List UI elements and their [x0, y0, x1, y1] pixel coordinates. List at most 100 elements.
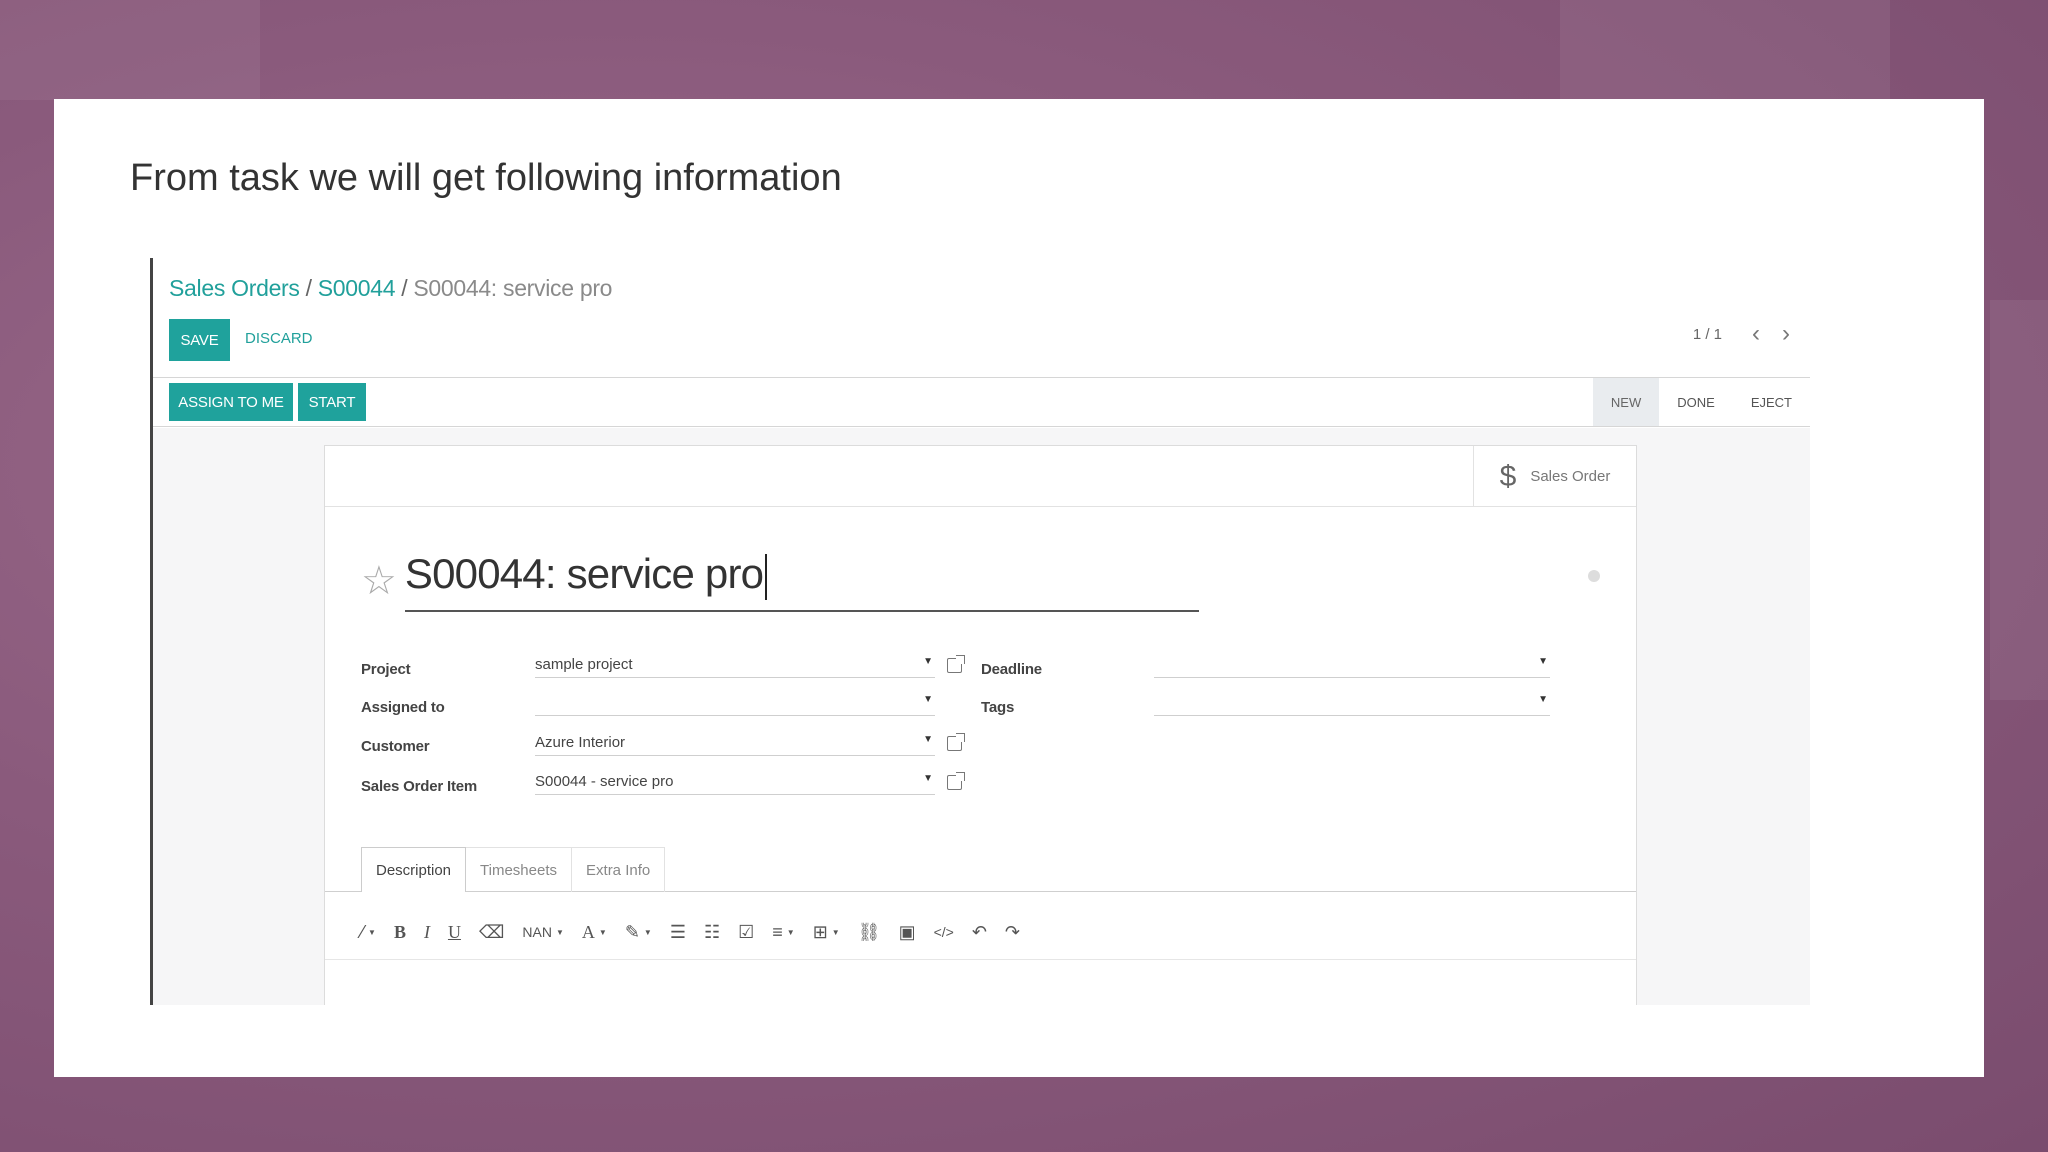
project-field[interactable]: sample project ▼ — [535, 652, 935, 678]
odoo-screenshot: Sales Orders / S00044/S00044: service pro … — [150, 258, 1810, 1005]
pager-next-icon[interactable]: › — [1782, 320, 1790, 348]
slide: From task we will get following informat… — [54, 99, 1984, 1077]
title-row: ☆ S00044: service pro — [361, 550, 1199, 612]
table-icon: ⊞ — [812, 921, 828, 942]
image-icon: ▣ — [898, 921, 916, 942]
bold-button[interactable]: B — [394, 922, 406, 943]
sales-order-smart-button[interactable]: $ Sales Order — [1473, 446, 1636, 507]
italic-icon: I — [423, 921, 430, 942]
task-title-input[interactable]: S00044: service pro — [404, 550, 1199, 612]
caret-down-icon: ▼ — [643, 927, 652, 937]
caret-down-icon: ▼ — [555, 927, 564, 937]
save-button[interactable]: SAVE — [169, 319, 230, 361]
toolbar-divider — [325, 959, 1636, 960]
project-label: Project — [361, 661, 411, 678]
table-dropdown[interactable]: ⊞ ▼ — [813, 922, 840, 943]
dropdown-arrow-icon[interactable]: ▼ — [1538, 656, 1548, 667]
external-link-icon[interactable] — [947, 772, 965, 790]
tags-field[interactable]: ▼ — [1154, 690, 1550, 716]
numbered-list-button[interactable]: ☷ — [704, 922, 720, 943]
breadcrumb-order[interactable]: S00044 — [318, 275, 396, 301]
underline-button[interactable]: U — [448, 922, 461, 943]
breadcrumb-separator: / — [401, 275, 408, 301]
checklist-button[interactable]: ☑ — [738, 922, 754, 943]
dropdown-arrow-icon[interactable]: ▼ — [923, 734, 933, 745]
odoo-task-form: Sales Orders / S00044/S00044: service pro … — [153, 258, 1810, 1005]
paint-brush-icon: ✎ — [624, 921, 640, 942]
smart-button-row: $ Sales Order — [325, 446, 1636, 507]
bullet-list-icon: ☰ — [669, 921, 686, 942]
link-button[interactable]: ⛓ — [858, 922, 881, 943]
redo-button[interactable]: ↷ — [1005, 922, 1020, 943]
kanban-state-dot[interactable] — [1588, 570, 1600, 582]
sales-order-smart-label: Sales Order — [1530, 468, 1611, 485]
star-icon[interactable]: ☆ — [361, 558, 397, 604]
font-size-dropdown[interactable]: NAN ▼ — [522, 924, 563, 940]
caret-down-icon: ▼ — [786, 927, 795, 937]
form-sheet: $ Sales Order ☆ S00044: service pro Proj… — [324, 445, 1637, 1005]
pager-counter: 1 / 1 — [1692, 326, 1722, 343]
dropdown-arrow-icon[interactable]: ▼ — [1538, 694, 1548, 705]
caret-down-icon: ▼ — [831, 927, 840, 937]
checkbox-icon: ☑ — [738, 921, 755, 942]
dropdown-arrow-icon[interactable]: ▼ — [923, 656, 933, 667]
dropdown-arrow-icon[interactable]: ▼ — [923, 773, 933, 784]
caret-down-icon: ▼ — [368, 927, 376, 937]
breadcrumb-sales-orders[interactable]: Sales Orders — [169, 275, 300, 301]
assigned-to-label: Assigned to — [361, 699, 445, 716]
discard-button[interactable]: DISCARD — [245, 330, 313, 347]
deadline-field[interactable]: ▼ — [1154, 652, 1550, 678]
start-button[interactable]: START — [298, 383, 366, 421]
statusbar: ASSIGN TO ME START NEW DONE EJECT — [153, 377, 1810, 427]
text-cursor — [765, 553, 768, 600]
dropdown-arrow-icon[interactable]: ▼ — [923, 694, 933, 705]
customer-value: Azure Interior — [535, 734, 626, 751]
eraser-icon: ⌫ — [478, 921, 505, 942]
font-color-icon: A — [581, 921, 595, 942]
eraser-button[interactable]: ⌫ — [479, 922, 504, 943]
tab-description[interactable]: Description — [361, 847, 467, 892]
sales-order-item-label: Sales Order Item — [361, 778, 478, 795]
external-link-icon[interactable] — [947, 655, 965, 673]
assign-to-me-button[interactable]: ASSIGN TO ME — [169, 383, 293, 421]
stage-done[interactable]: DONE — [1659, 378, 1733, 426]
breadcrumb: Sales Orders / S00044/S00044: service pro — [169, 275, 612, 302]
notebook-tabs: Description Timesheets Extra Info — [361, 847, 666, 892]
assigned-to-field[interactable]: ▼ — [535, 690, 935, 716]
tab-extra-info[interactable]: Extra Info — [571, 847, 666, 892]
redo-icon: ↷ — [1004, 921, 1021, 942]
tags-label: Tags — [981, 699, 1015, 716]
slide-title: From task we will get following informat… — [130, 157, 842, 199]
align-left-icon: ≡ — [772, 921, 783, 942]
numbered-list-icon: ☷ — [703, 921, 721, 942]
project-value: sample project — [535, 656, 633, 673]
code-icon: </> — [933, 924, 954, 940]
customer-label: Customer — [361, 738, 430, 755]
tab-timesheets[interactable]: Timesheets — [465, 847, 573, 892]
image-button[interactable]: ▣ — [899, 922, 916, 943]
editor-toolbar: ⁄ ▼ B I U ⌫ NAN ▼ A ▼ ✎ ▼ ☰ ☷ ☑ ≡ ▼ ⊞ ▼ ⛓ ▣ </… — [361, 916, 1038, 948]
stage-eject[interactable]: EJECT — [1733, 378, 1810, 426]
breadcrumb-separator: / — [305, 275, 312, 301]
stage-selector: NEW DONE EJECT — [1592, 378, 1810, 426]
font-size-value: NAN — [522, 924, 552, 940]
italic-button[interactable]: I — [424, 922, 430, 943]
magic-wand-icon: ⁄ — [361, 921, 365, 942]
deadline-label: Deadline — [981, 661, 1042, 678]
undo-icon: ↶ — [971, 921, 987, 942]
style-dropdown[interactable]: ⁄ ▼ — [361, 922, 376, 943]
link-icon: ⛓ — [857, 921, 881, 942]
pager-prev-icon[interactable]: ‹ — [1752, 320, 1760, 348]
font-color-dropdown[interactable]: A ▼ — [582, 922, 607, 943]
align-dropdown[interactable]: ≡ ▼ — [772, 922, 794, 943]
sales-order-item-field[interactable]: S00044 - service pro ▼ — [535, 769, 935, 795]
caret-down-icon: ▼ — [598, 927, 607, 937]
code-view-button[interactable]: </> — [934, 924, 954, 940]
bold-icon: B — [393, 921, 406, 942]
stage-new[interactable]: NEW — [1592, 378, 1660, 426]
customer-field[interactable]: Azure Interior ▼ — [535, 730, 935, 756]
external-link-icon[interactable] — [947, 733, 965, 751]
undo-button[interactable]: ↶ — [972, 922, 987, 943]
bullet-list-button[interactable]: ☰ — [670, 922, 686, 943]
highlight-dropdown[interactable]: ✎ ▼ — [625, 922, 652, 943]
